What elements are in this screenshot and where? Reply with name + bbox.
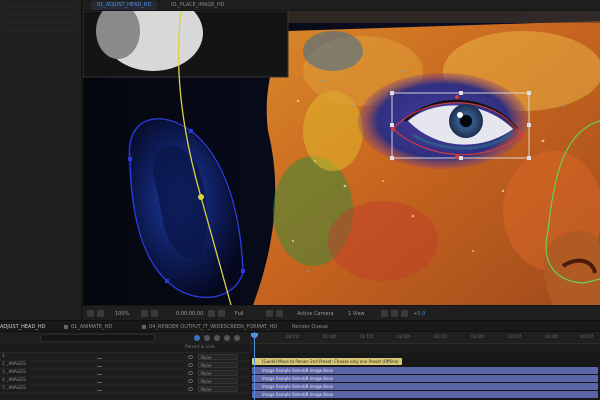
- timeline-panel: ADJUST_HEAD_HD 01_ANIMATE_HD 04_RENDER O…: [0, 320, 600, 400]
- ruler-tick: 04:00f: [545, 334, 558, 339]
- fast-preview-icon[interactable]: [391, 310, 398, 317]
- ruler-tick: 02:15f: [434, 334, 447, 339]
- comp-icon: [64, 324, 68, 329]
- timeline-tab-bar: ADJUST_HEAD_HD 01_ANIMATE_HD 04_RENDER O…: [0, 321, 600, 332]
- layer-bar[interactable]: Image Sample Select/8 Image Base: [252, 367, 598, 374]
- camera-snapshot-icon[interactable]: [208, 310, 215, 317]
- layer-row[interactable]: 3 _IMAGES None: [0, 369, 250, 377]
- layer-switch[interactable]: [96, 379, 105, 383]
- layer-row[interactable]: 4 _IMAGES None: [0, 377, 250, 385]
- project-panel: [0, 0, 82, 320]
- panel-row: [4, 10, 77, 16]
- tab-label: 01_ANIMATE_HD: [71, 324, 113, 330]
- parent-select[interactable]: None: [198, 377, 238, 384]
- transparency-grid-icon[interactable]: [266, 310, 273, 317]
- layer-bar-label: [Guide] Move to Person 2nd Preset: Choos…: [262, 358, 399, 364]
- comp-icon: [142, 324, 146, 329]
- timeline-tab-render-output[interactable]: 04_RENDER OUTPUT_IT_WIDESCREEN_FORMAT_HD: [142, 323, 277, 331]
- shy-icon[interactable]: [204, 335, 210, 341]
- timeline-tab-animate[interactable]: 01_ANIMATE_HD: [64, 323, 112, 331]
- layer-name: 4 _IMAGES: [2, 378, 26, 383]
- parent-select[interactable]: None: [198, 369, 238, 376]
- frame-blend-icon[interactable]: [214, 335, 220, 341]
- layer-row[interactable]: 5 _IMAGES None: [0, 385, 250, 393]
- panel-row: [4, 26, 77, 32]
- pickwhip-icon[interactable]: [188, 355, 193, 359]
- ruler-tick: 01:15f: [360, 334, 373, 339]
- canvas-artwork: [83, 11, 600, 305]
- layer-bar-label: Image Sample Select/8 Image Base: [262, 383, 334, 389]
- viewer-toolbar: 100% 0:00:00:00 Full Active Camera 1 Vie…: [83, 305, 600, 320]
- viewer-tab-adjust-head[interactable]: 01_ADJUST_HEAD_HD: [91, 1, 158, 10]
- parent-link-header: Parent & Link: [185, 345, 215, 350]
- current-time[interactable]: 0:00:00:00: [176, 310, 203, 318]
- viewer-tab-bar: 01_ADJUST_HEAD_HD 01_PLACE_IMAGE_HD: [83, 0, 600, 11]
- layer-bar-label: Image Sample Select/8 Image Base: [262, 375, 334, 381]
- layer-bar[interactable]: [Guide] Move to Person 2nd Preset: Choos…: [252, 358, 402, 365]
- ruler-tick: 01:00f: [323, 334, 336, 339]
- ruler-tick: 02:00f: [397, 334, 410, 339]
- parent-select[interactable]: None: [198, 361, 238, 368]
- parent-select[interactable]: None: [198, 385, 238, 392]
- pickwhip-icon[interactable]: [188, 387, 193, 391]
- exposure-reset-icon[interactable]: [401, 310, 408, 317]
- layer-switch[interactable]: [96, 363, 105, 367]
- fit-icon[interactable]: [141, 310, 148, 317]
- snapshot-icon[interactable]: [87, 310, 94, 317]
- pickwhip-icon[interactable]: [188, 379, 193, 383]
- parent-select[interactable]: None: [198, 353, 238, 360]
- tab-label: 04_RENDER OUTPUT_IT_WIDESCREEN_FORMAT_HD: [149, 324, 278, 330]
- grid-icon[interactable]: [97, 310, 104, 317]
- layer-switch[interactable]: [96, 371, 105, 375]
- ruler-tick: 04:15f: [580, 334, 593, 339]
- composition-viewer: 01_ADJUST_HEAD_HD 01_PLACE_IMAGE_HD 100%…: [83, 0, 600, 320]
- layer-bar-label: Image Sample Select/8 Image Base: [262, 391, 334, 397]
- region-icon[interactable]: [151, 310, 158, 317]
- layer-bar[interactable]: Image Sample Select/8 Image Base: [252, 375, 598, 382]
- playhead-line[interactable]: [254, 332, 255, 400]
- tab-label: ADJUST_HEAD_HD: [0, 324, 46, 330]
- resolution-select[interactable]: Full: [235, 310, 244, 318]
- layer-switch[interactable]: [96, 355, 105, 359]
- layer-column-header: Parent & Link: [0, 344, 250, 353]
- layer-row[interactable]: 2 _IMAGES None: [0, 361, 250, 369]
- zoom-select[interactable]: 100%: [115, 310, 129, 318]
- time-ruler[interactable]: 00:15f 01:00f 01:15f 02:00f 02:15f 03:00…: [250, 332, 600, 344]
- ruler-tick: 00:15f: [286, 334, 299, 339]
- layer-switch[interactable]: [96, 387, 105, 391]
- layer-bar[interactable]: Image Sample Select/8 Image Base: [252, 391, 598, 398]
- pickwhip-icon[interactable]: [188, 371, 193, 375]
- composition-canvas[interactable]: [83, 11, 600, 305]
- timeline-tab-render-queue[interactable]: Render Queue: [292, 323, 328, 331]
- view-layout-select[interactable]: 1 View: [348, 310, 365, 318]
- pixel-aspect-icon[interactable]: [381, 310, 388, 317]
- panel-row: [4, 18, 77, 24]
- panel-row: [4, 2, 77, 8]
- pickwhip-icon[interactable]: [188, 363, 193, 367]
- layer-bars-area: [Guide] Move to Person 2nd Preset: Choos…: [250, 353, 600, 400]
- layer-name: 1: [2, 354, 5, 359]
- layer-name: 3 _IMAGES: [2, 370, 26, 375]
- timeline-tab-adjust-head[interactable]: ADJUST_HEAD_HD: [0, 323, 45, 331]
- graph-editor-icon[interactable]: [234, 335, 240, 341]
- layer-name: 5 _IMAGES: [2, 386, 26, 391]
- channel-icon[interactable]: [218, 310, 225, 317]
- layer-row[interactable]: 1 None: [0, 353, 250, 361]
- layer-bar[interactable]: Image Sample Select/8 Image Base: [252, 383, 598, 390]
- layer-list: 1 None 2 _IMAGES None 3 _IMAGES None 4 _…: [0, 353, 250, 400]
- camera-view-select[interactable]: Active Camera: [297, 310, 334, 318]
- exposure-value[interactable]: +0.0: [413, 310, 425, 318]
- layer-name: 2 _IMAGES: [2, 362, 26, 367]
- draft-3d-icon[interactable]: [194, 335, 200, 341]
- tab-label: Render Queue: [292, 324, 328, 330]
- motion-blur-icon[interactable]: [224, 335, 230, 341]
- ruler-tick: 03:00f: [471, 334, 484, 339]
- region-of-interest-icon[interactable]: [276, 310, 283, 317]
- ruler-tick: 03:15f: [508, 334, 521, 339]
- viewer-tab-place-image[interactable]: 01_PLACE_IMAGE_HD: [165, 1, 231, 10]
- layer-bar-label: Image Sample Select/8 Image Base: [262, 367, 334, 373]
- layer-search-input[interactable]: [40, 334, 155, 342]
